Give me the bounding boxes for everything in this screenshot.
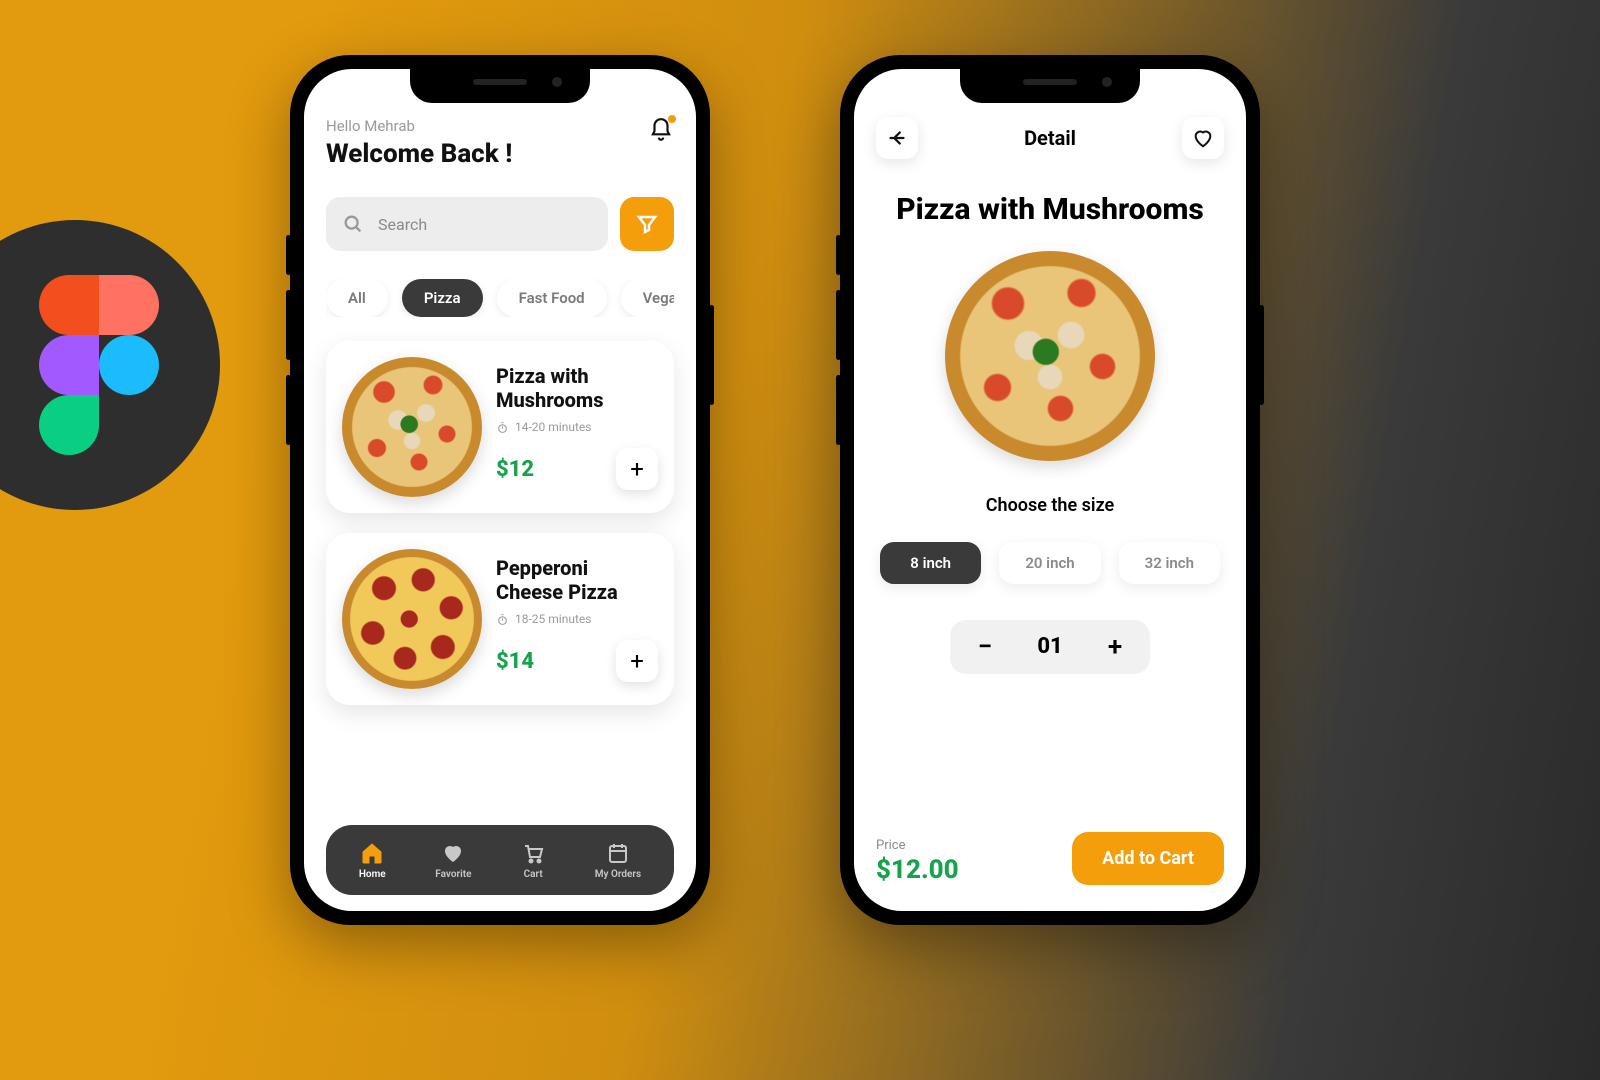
orders-icon	[606, 841, 630, 865]
tab-label: Cart	[524, 869, 543, 880]
tab-label: Favorite	[435, 869, 471, 880]
product-image	[342, 357, 482, 497]
add-to-cart-button[interactable]: +	[616, 640, 658, 682]
minus-icon: −	[978, 632, 993, 662]
add-to-cart-button[interactable]: +	[616, 448, 658, 490]
tab-label: My Orders	[595, 869, 641, 880]
tab-label: Home	[359, 869, 386, 880]
heart-icon	[441, 841, 465, 865]
heart-outline-icon	[1192, 127, 1214, 149]
filter-button[interactable]	[620, 197, 674, 251]
product-name: Pepperoni Cheese Pizza	[496, 556, 658, 604]
product-name: Pizza with Mushrooms	[496, 364, 658, 412]
product-price: $12	[496, 457, 534, 482]
product-time: 18-25 minutes	[515, 612, 591, 626]
choose-size-label: Choose the size	[876, 495, 1224, 516]
search-placeholder: Search	[378, 215, 427, 234]
add-to-cart-button[interactable]: Add to Cart	[1072, 832, 1224, 885]
page-title: Detail	[1024, 126, 1076, 150]
category-chip-all[interactable]: All	[326, 279, 388, 317]
product-title: Pizza with Mushrooms	[876, 191, 1224, 229]
product-card[interactable]: Pepperoni Cheese Pizza 18-25 minutes $14…	[326, 533, 674, 705]
tab-home[interactable]: Home	[359, 841, 386, 880]
notifications-button[interactable]	[648, 117, 674, 143]
product-image	[342, 549, 482, 689]
home-icon	[360, 841, 384, 865]
size-option-20[interactable]: 20 inch	[999, 542, 1100, 584]
price-value: $12.00	[876, 855, 959, 885]
tab-cart[interactable]: Cart	[521, 841, 545, 880]
quantity-decrease-button[interactable]: −	[970, 632, 1000, 662]
quantity-value: 01	[1037, 634, 1062, 659]
stopwatch-icon	[496, 613, 509, 626]
product-price: $14	[496, 649, 534, 674]
greeting-text: Hello Mehrab	[326, 117, 512, 135]
notification-dot-icon	[668, 115, 676, 123]
plus-icon: +	[1108, 632, 1122, 662]
figma-logo-icon	[39, 275, 159, 455]
price-label: Price	[876, 838, 959, 853]
cart-icon	[521, 841, 545, 865]
quantity-increase-button[interactable]: +	[1100, 632, 1130, 662]
tab-orders[interactable]: My Orders	[595, 841, 641, 880]
quantity-stepper: − 01 +	[950, 620, 1150, 674]
phone-mock-detail: Detail Pizza with Mushrooms Choose the s…	[840, 55, 1260, 925]
product-time: 14-20 minutes	[515, 420, 591, 434]
plus-icon: +	[630, 455, 644, 483]
arrow-left-icon	[886, 127, 908, 149]
favorite-button[interactable]	[1182, 117, 1224, 159]
size-option-32[interactable]: 32 inch	[1119, 542, 1220, 584]
category-chip-pizza[interactable]: Pizza	[402, 279, 483, 317]
size-option-8[interactable]: 8 inch	[880, 542, 981, 584]
welcome-title: Welcome Back !	[326, 139, 512, 169]
phone-mock-home: Hello Mehrab Welcome Back ! Search	[290, 55, 710, 925]
figma-logo-badge	[0, 220, 220, 510]
search-input[interactable]: Search	[326, 197, 608, 251]
plus-icon: +	[630, 647, 644, 675]
search-icon	[342, 213, 364, 235]
product-card[interactable]: Pizza with Mushrooms 14-20 minutes $12 +	[326, 341, 674, 513]
tab-favorite[interactable]: Favorite	[435, 841, 471, 880]
filter-icon	[635, 212, 659, 236]
product-hero-image	[945, 251, 1155, 461]
bottom-tabbar: Home Favorite Cart My Orders	[326, 825, 674, 895]
back-button[interactable]	[876, 117, 918, 159]
category-chip-fastfood[interactable]: Fast Food	[497, 279, 607, 317]
category-chip-vegan[interactable]: Vegan	[621, 279, 674, 317]
stopwatch-icon	[496, 421, 509, 434]
